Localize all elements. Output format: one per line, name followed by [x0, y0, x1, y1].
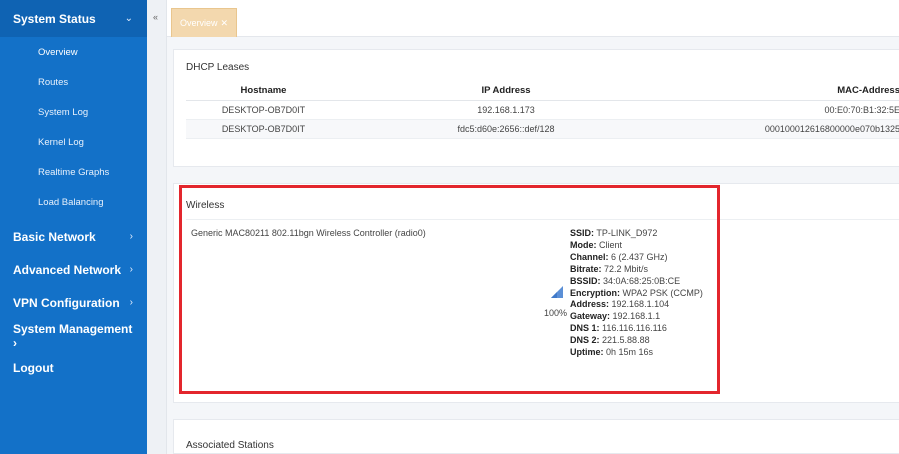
column-header-hostname: Hostname	[186, 82, 341, 101]
sidebar-item-system-management[interactable]: System Management ›	[0, 319, 147, 352]
highlight-box	[179, 185, 720, 394]
sidebar-item-label: Advanced Network	[13, 262, 122, 277]
chevron-right-icon: ›	[129, 297, 133, 308]
cell-hostname: DESKTOP-OB7D0IT	[186, 119, 341, 139]
cell-mac-address: 000100012616800000e070b1325	[671, 119, 899, 139]
column-header-ip-address: IP Address	[341, 82, 671, 101]
sidebar-subitem-load-balancing[interactable]: Load Balancing	[0, 187, 147, 217]
sidebar-subitem-kernel-log[interactable]: Kernel Log	[0, 127, 147, 157]
associated-stations-panel: Associated Stations	[173, 419, 899, 454]
sidebar-subitem-routes[interactable]: Routes	[0, 67, 147, 97]
sidebar-item-basic-network[interactable]: Basic Network ›	[0, 220, 147, 253]
tab-bar: Overview ✕	[167, 0, 899, 37]
dhcp-leases-panel: DHCP Leases Hostname IP Address MAC-Addr…	[173, 49, 899, 167]
sidebar-item-label: VPN Configuration	[13, 295, 120, 310]
dhcp-leases-table: Hostname IP Address MAC-Address DESKTOP-…	[186, 82, 899, 139]
sidebar-item-logout[interactable]: Logout	[0, 352, 147, 384]
table-header-row: Hostname IP Address MAC-Address	[186, 82, 899, 101]
sidebar-collapse-strip: «	[147, 0, 167, 454]
sidebar-subitem-system-log[interactable]: System Log	[0, 97, 147, 127]
table-row: DESKTOP-OB7D0IT fdc5:d60e:2656::def/128 …	[186, 119, 899, 139]
sidebar-item-advanced-network[interactable]: Advanced Network ›	[0, 253, 147, 286]
sidebar-item-label: System Status	[13, 11, 96, 26]
sidebar-item-label: System Management ›	[13, 321, 133, 350]
sidebar-subitem-overview[interactable]: Overview	[0, 37, 147, 67]
cell-hostname: DESKTOP-OB7D0IT	[186, 100, 341, 120]
column-header-mac-address: MAC-Address	[671, 82, 899, 101]
chevron-down-icon: ⌄	[124, 13, 133, 24]
panel-title: Associated Stations	[186, 440, 274, 451]
chevron-right-icon: ›	[129, 264, 133, 275]
cell-mac-address: 00:E0:70:B1:32:5E	[671, 100, 899, 120]
sidebar: System Status ⌄ Overview Routes System L…	[0, 0, 147, 454]
sidebar-item-system-status[interactable]: System Status ⌄	[0, 0, 147, 37]
tab-overview[interactable]: Overview ✕	[171, 8, 238, 37]
tab-label: Overview	[180, 18, 218, 28]
sidebar-item-label: Basic Network	[13, 229, 96, 244]
sidebar-item-vpn-configuration[interactable]: VPN Configuration ›	[0, 286, 147, 319]
double-chevron-left-icon[interactable]: «	[153, 12, 158, 22]
sidebar-subitem-realtime-graphs[interactable]: Realtime Graphs	[0, 157, 147, 187]
chevron-right-icon: ›	[129, 231, 133, 242]
cell-ip-address: fdc5:d60e:2656::def/128	[341, 119, 671, 139]
cell-ip-address: 192.168.1.173	[341, 100, 671, 120]
close-icon[interactable]: ✕	[221, 18, 229, 29]
table-row: DESKTOP-OB7D0IT 192.168.1.173 00:E0:70:B…	[186, 100, 899, 120]
panel-title: DHCP Leases	[186, 62, 250, 73]
